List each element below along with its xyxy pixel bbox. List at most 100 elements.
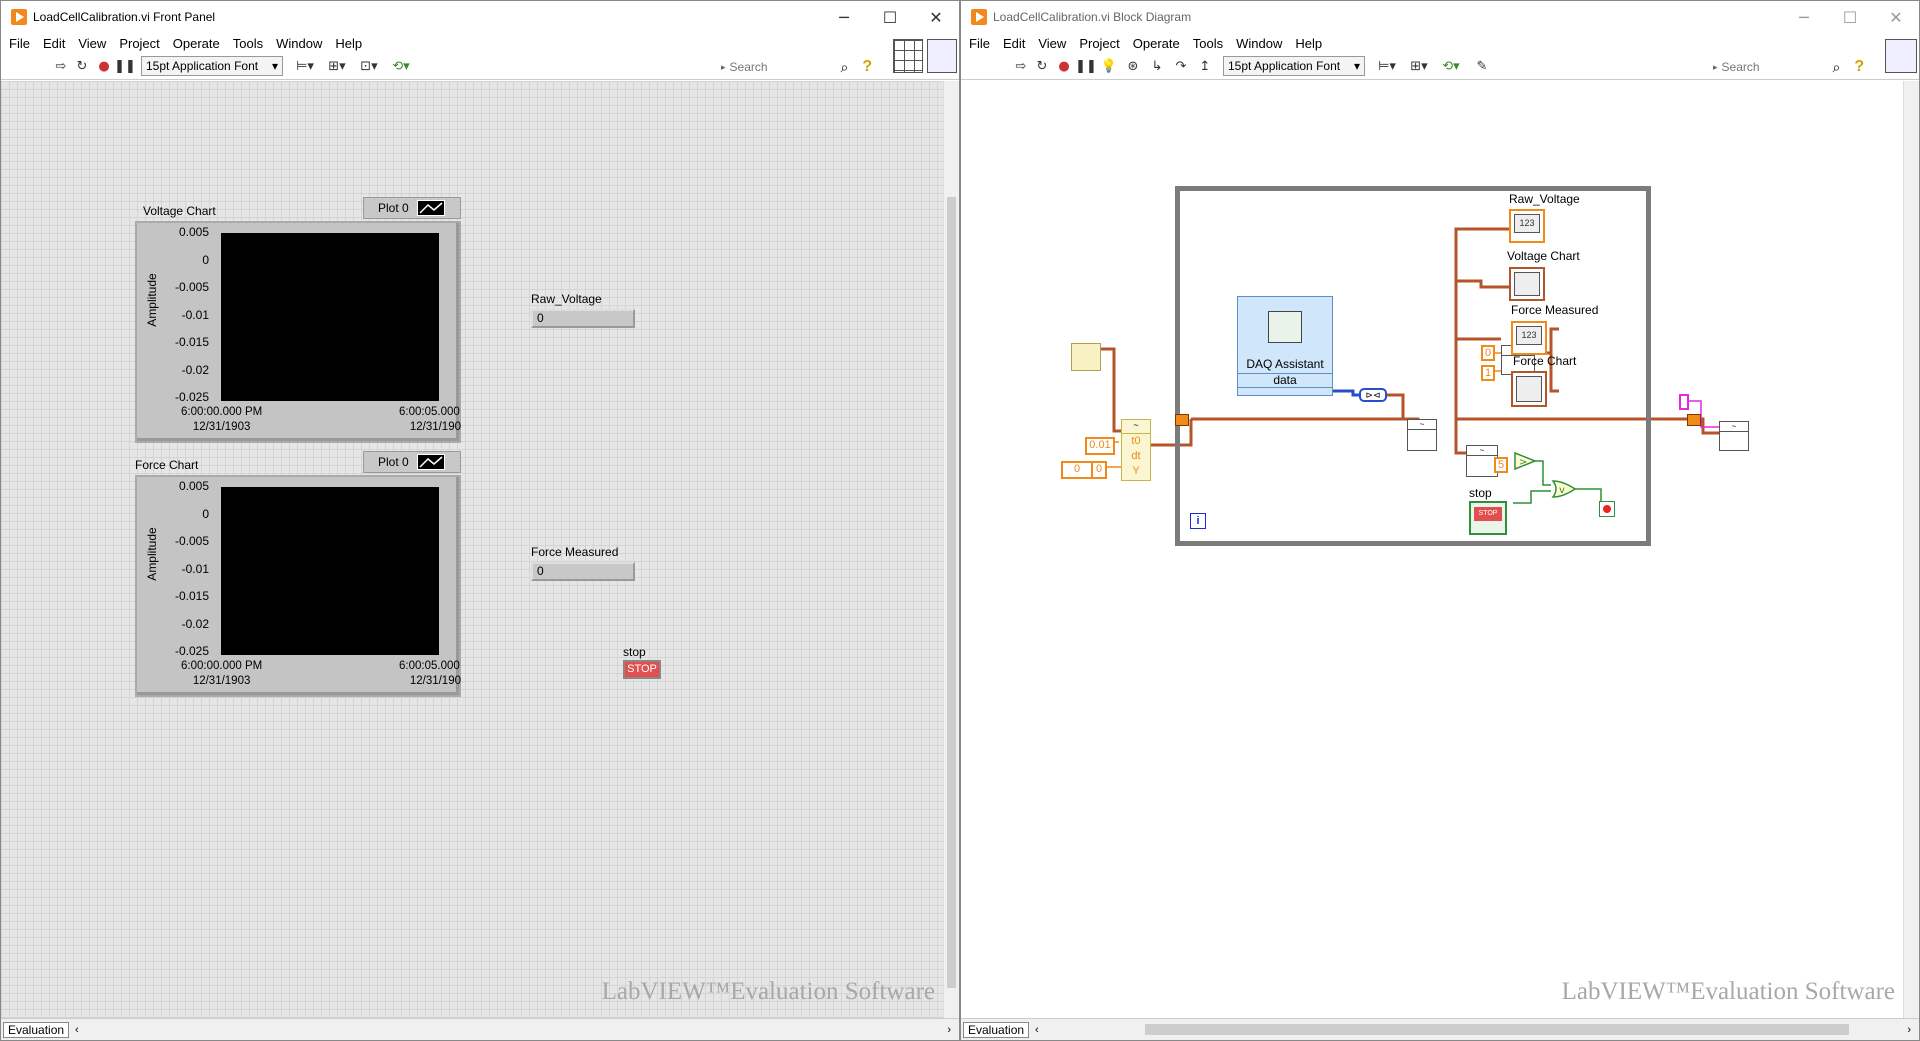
waveform-init-node[interactable] <box>1071 343 1101 371</box>
vi-icon[interactable] <box>927 39 957 73</box>
y-input[interactable]: Y <box>1122 464 1150 479</box>
abort-icon[interactable]: ● <box>93 56 115 76</box>
distribute-objects-icon[interactable]: ⊞▾ <box>321 56 353 76</box>
minimize-button[interactable]: ─ <box>821 1 867 33</box>
shift-register-left[interactable] <box>1175 414 1189 426</box>
scroll-right-icon[interactable]: › <box>1907 1024 1911 1036</box>
menu-project[interactable]: Project <box>119 36 159 51</box>
front-panel-canvas[interactable]: Voltage Chart Plot 0 0.005 0 -0.005 -0.0… <box>1 81 943 1018</box>
distribute-objects-icon[interactable]: ⊞▾ <box>1403 56 1435 76</box>
menu-file[interactable]: File <box>9 36 30 51</box>
search-icon[interactable]: ⌕ <box>841 59 849 76</box>
font-select[interactable]: 15pt Application Font ▾ <box>141 56 283 76</box>
run-icon[interactable]: ⇨ <box>1011 56 1031 76</box>
loop-condition-terminal[interactable] <box>1599 501 1615 517</box>
help-icon[interactable]: ? <box>1854 58 1864 76</box>
clean-up-diagram-icon[interactable]: ✎ <box>1467 56 1497 76</box>
run-continuously-icon[interactable]: ↻ <box>71 56 93 76</box>
shift-register-right[interactable] <box>1687 414 1701 426</box>
scroll-right-icon[interactable]: › <box>947 1024 951 1036</box>
align-objects-icon[interactable]: ⊨▾ <box>1371 56 1403 76</box>
menu-operate[interactable]: Operate <box>173 36 220 51</box>
menu-edit[interactable]: Edit <box>1003 36 1025 51</box>
offset-constant[interactable]: 0 <box>1481 345 1495 361</box>
daq-assistant[interactable]: DAQ Assistant data <box>1237 296 1333 396</box>
menu-help[interactable]: Help <box>335 36 362 51</box>
zero-constant[interactable]: 0 <box>1061 461 1093 479</box>
or-icon[interactable]: v <box>1551 479 1577 499</box>
voltage-chart-plot-area[interactable] <box>221 233 439 401</box>
build-waveform-node[interactable]: ~ t0 dt Y <box>1121 419 1151 481</box>
retain-wire-values-icon[interactable]: ⊛ <box>1121 56 1145 76</box>
menu-project[interactable]: Project <box>1079 36 1119 51</box>
step-into-icon[interactable]: ↳ <box>1145 56 1169 76</box>
menu-tools[interactable]: Tools <box>1193 36 1223 51</box>
t0-input[interactable]: t0 <box>1122 434 1150 449</box>
menu-file[interactable]: File <box>969 36 990 51</box>
daq-output-data[interactable]: data <box>1238 373 1332 388</box>
search-icon[interactable]: ⌕ <box>1833 59 1841 76</box>
pause-icon[interactable]: ❚❚ <box>1075 56 1097 76</box>
step-out-icon[interactable]: ↥ <box>1193 56 1217 76</box>
force-chart-terminal[interactable] <box>1511 371 1547 407</box>
vertical-scrollbar[interactable] <box>943 81 959 1018</box>
threshold-constant[interactable]: 5 <box>1494 457 1508 473</box>
font-select[interactable]: 15pt Application Font ▾ <box>1223 56 1365 76</box>
stop-button[interactable]: STOP <box>623 660 661 679</box>
menu-view[interactable]: View <box>78 36 106 51</box>
horizontal-scrollbar[interactable] <box>1145 1024 1849 1035</box>
search-box[interactable]: ▸ Search ⌕ ? <box>721 57 872 77</box>
menu-help[interactable]: Help <box>1295 36 1322 51</box>
force-chart[interactable]: 0.005 0 -0.005 -0.01 -0.015 -0.02 -0.025… <box>135 475 461 697</box>
voltage-chart[interactable]: 0.005 0 -0.005 -0.01 -0.015 -0.02 -0.025… <box>135 221 461 443</box>
menu-tools[interactable]: Tools <box>233 36 263 51</box>
error-cluster-constant[interactable] <box>1679 394 1689 410</box>
search-input[interactable]: Search <box>1718 58 1833 76</box>
force-chart-legend[interactable]: Plot 0 <box>363 451 461 473</box>
scroll-thumb[interactable] <box>947 197 956 988</box>
menu-operate[interactable]: Operate <box>1133 36 1180 51</box>
voltage-chart-terminal[interactable] <box>1509 267 1545 301</box>
block-diagram-canvas[interactable]: i ~ t0 dt Y 0.01 0 0 DAQ Assistant data … <box>961 81 1903 1018</box>
reorder-icon[interactable]: ⟲▾ <box>1435 56 1467 76</box>
gain-constant[interactable]: 1 <box>1481 365 1495 381</box>
scroll-left-icon[interactable]: ‹ <box>1035 1024 1039 1036</box>
connector-pane-icon[interactable] <box>893 39 923 73</box>
dt-constant[interactable]: 0.01 <box>1085 437 1115 455</box>
write-to-file-node[interactable]: ~ <box>1719 421 1749 451</box>
close-button[interactable]: ✕ <box>913 1 959 33</box>
minimize-button[interactable]: ─ <box>1781 1 1827 33</box>
scroll-left-icon[interactable]: ‹ <box>75 1024 79 1036</box>
pause-icon[interactable]: ❚❚ <box>114 56 136 76</box>
run-icon[interactable]: ⇨ <box>51 56 71 76</box>
raw-voltage-terminal[interactable]: 123 <box>1509 209 1545 243</box>
vertical-scrollbar[interactable] <box>1903 81 1919 1018</box>
step-over-icon[interactable]: ↷ <box>1169 56 1193 76</box>
force-chart-plot-area[interactable] <box>221 487 439 655</box>
abort-icon[interactable]: ● <box>1053 56 1075 76</box>
dt-input[interactable]: dt <box>1122 449 1150 464</box>
horizontal-scrollbar[interactable] <box>81 1024 929 1035</box>
help-icon[interactable]: ? <box>862 58 872 76</box>
search-input[interactable]: Search <box>726 58 841 76</box>
search-box[interactable]: ▸ Search ⌕ ? <box>1713 57 1864 77</box>
voltage-chart-legend[interactable]: Plot 0 <box>363 197 461 219</box>
scroll-track[interactable] <box>1907 83 1916 1016</box>
menu-window[interactable]: Window <box>1236 36 1282 51</box>
greater-than-icon[interactable]: > <box>1513 451 1537 471</box>
iteration-terminal[interactable]: i <box>1190 513 1206 529</box>
merge-signals-node[interactable]: ~ <box>1407 419 1437 451</box>
menu-window[interactable]: Window <box>276 36 322 51</box>
highlight-execution-icon[interactable]: 💡 <box>1097 56 1121 76</box>
reorder-icon[interactable]: ⟲▾ <box>385 56 417 76</box>
zero-array-constant[interactable]: 0 <box>1091 461 1107 479</box>
vi-icon[interactable] <box>1885 39 1917 73</box>
maximize-button[interactable]: ☐ <box>1827 1 1873 33</box>
close-button[interactable]: ✕ <box>1873 1 1919 33</box>
align-objects-icon[interactable]: ⊨▾ <box>289 56 321 76</box>
force-measured-terminal[interactable]: 123 <box>1511 321 1547 355</box>
menu-edit[interactable]: Edit <box>43 36 65 51</box>
convert-from-dynamic-icon[interactable]: ⊳⊲ <box>1359 388 1387 402</box>
stop-terminal[interactable]: STOP <box>1469 501 1507 535</box>
menu-view[interactable]: View <box>1038 36 1066 51</box>
